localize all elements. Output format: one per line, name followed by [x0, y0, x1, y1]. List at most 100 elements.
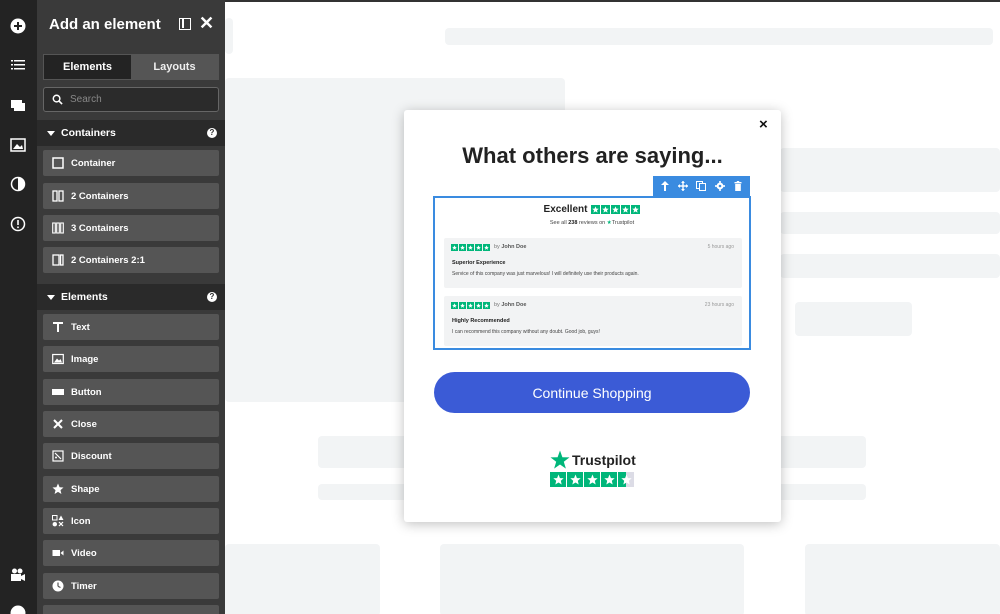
help-icon[interactable]: ? [207, 292, 217, 302]
star-icon [631, 205, 641, 214]
element-timer[interactable]: Timer [43, 573, 219, 599]
element-2-containers-2-1[interactable]: 2 Containers 2:1 [43, 247, 219, 273]
icons-icon [52, 515, 64, 527]
item-label: Container [71, 157, 116, 169]
tab-elements[interactable]: Elements [44, 55, 131, 79]
item-label: Video [71, 547, 97, 559]
review-time: 5 hours ago [707, 244, 734, 250]
element-container[interactable]: Container [43, 150, 219, 176]
review-title: Superior Experience [452, 260, 506, 266]
review-author: by John Doe [494, 244, 527, 250]
element-button[interactable]: Button [43, 379, 219, 405]
element-3-containers[interactable]: 3 Containers [43, 215, 219, 241]
element-toolbar [653, 176, 750, 196]
review-text: I can recommend this company without any… [452, 329, 600, 335]
caret-down-icon [47, 294, 55, 300]
element-icon[interactable]: Icon [43, 508, 219, 534]
item-label: Button [71, 386, 102, 398]
element-2-containers[interactable]: 2 Containers [43, 183, 219, 209]
search-icon [52, 94, 63, 105]
dock-panel-icon[interactable] [179, 18, 191, 30]
rating-stars [591, 205, 641, 214]
trash-icon[interactable] [732, 180, 744, 192]
search-input[interactable] [70, 94, 210, 105]
element-shape[interactable]: Shape [43, 476, 219, 502]
list-icon[interactable] [8, 55, 28, 75]
item-label: Close [71, 418, 97, 430]
item-label: Discount [71, 450, 112, 462]
star-icon [475, 244, 482, 251]
trustpilot-widget[interactable]: Excellent See all 238 reviews on ★Trustp… [433, 196, 751, 350]
camera-icon[interactable] [8, 565, 28, 585]
summary-brand: Trustpilot [611, 220, 635, 226]
close-panel-button[interactable]: ✕ [199, 13, 214, 33]
element-discount[interactable]: Discount [43, 443, 219, 469]
search-box [43, 87, 219, 112]
three-columns-icon [52, 222, 64, 234]
element-video[interactable]: Video [43, 540, 219, 566]
star-icon [467, 302, 474, 309]
image-icon [52, 353, 64, 365]
button-icon [52, 386, 64, 398]
star-icon [591, 205, 601, 214]
continue-shopping-button[interactable]: Continue Shopping [434, 372, 750, 413]
element-image[interactable]: Image [43, 346, 219, 372]
summary-prefix: See all [549, 220, 567, 226]
star-icon [601, 205, 611, 214]
placeholder-line [780, 212, 1000, 234]
star-icon [451, 302, 458, 309]
rating-label: Excellent [543, 204, 588, 215]
image-icon[interactable] [8, 135, 28, 155]
tab-layouts[interactable]: Layouts [131, 55, 218, 79]
item-label: 2 Containers 2:1 [71, 254, 145, 266]
trustpilot-wordmark: Trustpilot [572, 452, 636, 468]
contrast-icon[interactable] [8, 174, 28, 194]
popup-title[interactable]: What others are saying... [404, 143, 781, 169]
caret-down-icon [47, 130, 55, 136]
element-close[interactable]: Close [43, 411, 219, 437]
star-icon [459, 302, 466, 309]
arrow-up-icon[interactable] [659, 180, 671, 192]
star-icon [611, 205, 621, 214]
summary-suffix: reviews on [578, 220, 606, 226]
star-icon [459, 244, 466, 251]
close-popup-button[interactable]: × [759, 116, 768, 133]
move-icon[interactable] [677, 180, 689, 192]
element-text[interactable]: Text [43, 314, 219, 340]
rating-header: Excellent [435, 204, 749, 215]
text-icon [52, 321, 64, 333]
section-label: Containers [61, 127, 116, 139]
add-circle-icon[interactable] [8, 16, 28, 36]
star-icon [601, 472, 617, 487]
placeholder-line [780, 254, 1000, 278]
placeholder-block [225, 18, 233, 54]
square-icon [52, 157, 64, 169]
review-title: Highly Recommended [452, 318, 510, 324]
section-containers[interactable]: Containers ? [37, 120, 225, 146]
layers-icon[interactable] [8, 95, 28, 115]
video-icon [52, 547, 64, 559]
section-label: Elements [61, 291, 108, 303]
trustpilot-star-icon [550, 450, 570, 469]
help-icon[interactable] [8, 603, 28, 614]
item-label: Shape [71, 483, 100, 495]
review-stars [451, 302, 490, 309]
review-text: Service of this company was just marvelo… [452, 271, 639, 277]
review-summary: See all 238 reviews on ★Trustpilot [435, 220, 749, 226]
item-label: Timer [71, 580, 97, 592]
review-card: by John Doe 23 hours ago Highly Recommen… [444, 296, 742, 346]
placeholder-card [225, 544, 380, 614]
item-label: Image [71, 353, 99, 365]
duplicate-icon[interactable] [695, 180, 707, 192]
help-icon[interactable]: ? [207, 128, 217, 138]
alert-icon[interactable] [8, 214, 28, 234]
gear-icon[interactable] [714, 180, 726, 192]
half-star-icon [618, 472, 634, 487]
icon-rail [0, 0, 37, 614]
two-one-columns-icon [52, 254, 64, 266]
star-icon [467, 244, 474, 251]
element-more[interactable] [43, 605, 219, 614]
discount-icon [52, 450, 64, 462]
placeholder-line [780, 148, 1000, 192]
section-elements[interactable]: Elements ? [37, 284, 225, 310]
